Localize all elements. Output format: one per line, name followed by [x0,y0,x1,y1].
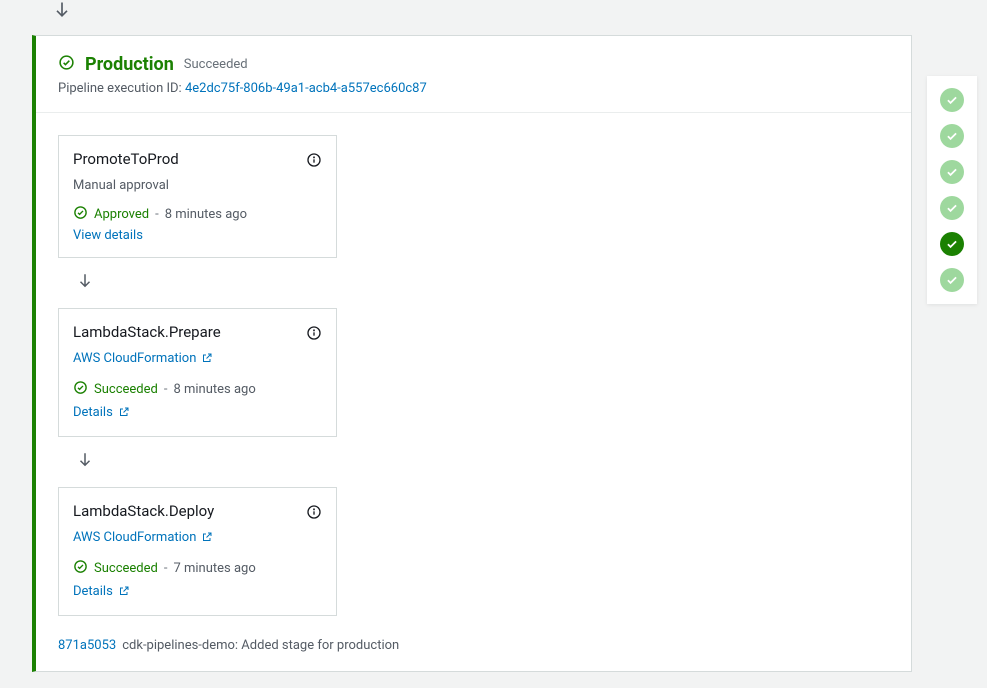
info-icon[interactable] [306,152,322,172]
status-label: Succeeded [94,382,158,397]
provider-link[interactable]: AWS CloudFormation [73,351,196,366]
status-time: 8 minutes ago [165,207,247,222]
stage-title: Production [85,54,174,75]
execution-id-link[interactable]: 4e2dc75f-806b-49a1-acb4-a557ec660c87 [185,81,427,96]
status-time: 7 minutes ago [173,561,255,576]
action-title: LambdaStack.Deploy [73,502,214,520]
status-label: Succeeded [94,561,158,576]
status-time: 8 minutes ago [173,382,255,397]
check-circle-icon [73,559,88,578]
status-separator: - [164,382,168,397]
status-separator: - [164,561,168,576]
external-link-icon [118,582,130,601]
action-arrow-icon [76,451,889,473]
check-circle-icon [73,380,88,399]
details-link[interactable]: Details [73,405,113,420]
action-arrow-icon [76,272,889,294]
check-circle-icon [58,54,75,75]
action-title: PromoteToProd [73,150,179,168]
external-link-icon [118,403,130,422]
stage-nav-item-active[interactable] [940,232,964,256]
action-status-row: Succeeded - 7 minutes ago [73,559,322,578]
commit-message: cdk-pipelines-demo: Added stage for prod… [122,638,399,653]
action-title: LambdaStack.Prepare [73,323,221,341]
stage-nav-panel [927,76,977,304]
stage-header: Production Succeeded Pipeline execution … [36,36,911,113]
stage-nav-item[interactable] [940,196,964,220]
stage-connector-arrow [52,0,72,24]
stage-nav-item[interactable] [940,88,964,112]
info-icon[interactable] [306,504,322,524]
action-subtitle: Manual approval [73,178,322,193]
stage-nav-item[interactable] [940,124,964,148]
stage-status: Succeeded [184,57,248,72]
action-status-row: Succeeded - 8 minutes ago [73,380,322,399]
check-circle-icon [73,205,88,224]
stage-nav-item[interactable] [940,268,964,292]
details-link[interactable]: Details [73,584,113,599]
action-card-deploy: LambdaStack.Deploy AWS CloudFormation Su… [58,487,337,616]
provider-link[interactable]: AWS CloudFormation [73,530,196,545]
action-card-promote: PromoteToProd Manual approval Approved -… [58,135,337,258]
status-separator: - [155,207,159,222]
stage-production: Production Succeeded Pipeline execution … [32,35,912,672]
source-revision: 871a5053 cdk-pipelines-demo: Added stage … [58,638,889,653]
execution-id-row: Pipeline execution ID: 4e2dc75f-806b-49a… [58,81,889,96]
external-link-icon [201,528,213,547]
execution-id-label: Pipeline execution ID: [58,81,182,96]
stage-nav-item[interactable] [940,160,964,184]
stage-body: PromoteToProd Manual approval Approved -… [36,113,911,671]
external-link-icon [201,349,213,368]
view-details-link[interactable]: View details [73,228,143,243]
action-status-row: Approved - 8 minutes ago [73,205,322,224]
commit-hash-link[interactable]: 871a5053 [58,638,116,653]
action-card-prepare: LambdaStack.Prepare AWS CloudFormation S… [58,308,337,437]
info-icon[interactable] [306,325,322,345]
status-label: Approved [94,207,149,222]
